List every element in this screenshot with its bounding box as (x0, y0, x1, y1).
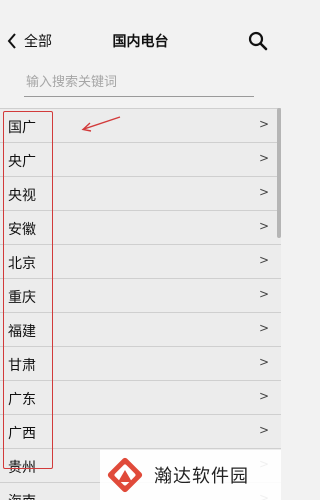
list-item-label: 福建 (8, 324, 36, 340)
scrollbar[interactable] (277, 108, 281, 238)
list-item-label: 重庆 (8, 290, 36, 306)
list-item[interactable]: 央视 > (0, 176, 281, 210)
list-item[interactable]: 北京 > (0, 244, 281, 278)
screen: 全部 国内电台 国广 > 央广 > 央视 > 安徽 > 北京 > 重庆 > 福建 > 甘肃 > 广东 > 广西 > 贵州… (0, 0, 281, 500)
list-item-label: 广东 (8, 392, 36, 408)
list-item[interactable]: 广东 > (0, 380, 281, 414)
list-item[interactable]: 重庆 > (0, 278, 281, 312)
list-item-label: 广西 (8, 426, 36, 442)
header: 全部 国内电台 (0, 0, 281, 62)
list-item-label: 贵州 (8, 460, 36, 476)
chevron-right-icon: > (258, 321, 269, 335)
list-item[interactable]: 央广 > (0, 142, 281, 176)
list-item[interactable]: 国广 > (0, 108, 281, 142)
chevron-right-icon: > (258, 423, 269, 437)
chevron-right-icon: > (258, 253, 269, 267)
province-list: 国广>央广>央视>安徽>北京>重庆>福建>甘肃>广东>广西>贵州>海南> (0, 108, 281, 500)
chevron-right-icon: > (258, 355, 269, 369)
list-item-label: 央广 (8, 154, 36, 170)
list-item-label: 甘肃 (8, 358, 36, 374)
list-item-label: 央视 (8, 188, 36, 204)
annotation-arrow-icon (78, 114, 122, 134)
list-item[interactable]: 甘肃 > (0, 346, 281, 380)
chevron-right-icon: > (258, 219, 269, 233)
search-bar (24, 70, 258, 97)
list-item-label: 北京 (8, 256, 36, 272)
chevron-right-icon: > (258, 151, 269, 165)
list-item[interactable]: 广西 > (0, 414, 281, 448)
chevron-right-icon: > (258, 287, 269, 301)
search-icon (247, 31, 269, 56)
watermark-text: 瀚达软件园 (154, 466, 249, 487)
page-title: 国内电台 (112, 34, 169, 50)
watermark: 瀚达软件园 (100, 450, 281, 500)
chevron-right-icon: > (258, 117, 269, 131)
search-input[interactable] (24, 70, 258, 94)
chevron-right-icon: > (258, 389, 269, 403)
watermark-logo-icon (104, 454, 146, 496)
list-item-label: 海南 (8, 491, 36, 500)
list-item-label: 安徽 (8, 222, 36, 238)
list-item-label: 国广 (8, 120, 36, 136)
list-item[interactable]: 安徽 > (0, 210, 281, 244)
search-button[interactable] (247, 30, 269, 52)
chevron-right-icon: > (258, 185, 269, 199)
list-item[interactable]: 福建 > (0, 312, 281, 346)
